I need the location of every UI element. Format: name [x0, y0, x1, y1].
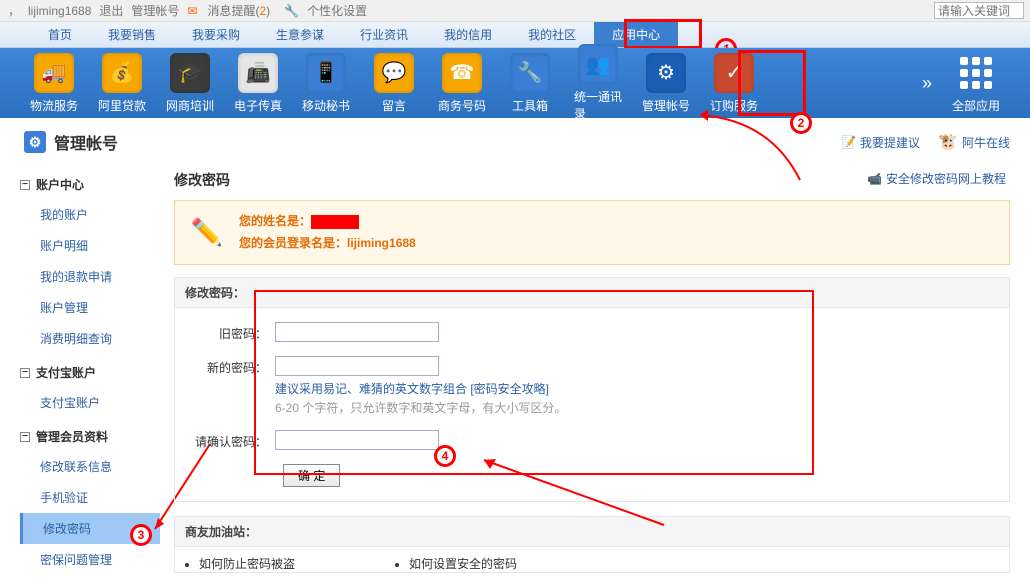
wrench-icon: 🔧 — [284, 4, 299, 18]
top-username: lijiming1688 — [28, 4, 91, 18]
app-label: 订购服务 — [710, 97, 758, 114]
name-label: 您的姓名是： — [239, 214, 311, 228]
app-label: 电子传真 — [234, 97, 282, 114]
camera-icon: 📹 — [867, 172, 882, 186]
login-label: 您的会员登录名是： — [239, 236, 347, 250]
app-icon: 💰 — [102, 53, 142, 93]
top-manage-account[interactable]: 管理帐号 — [131, 2, 179, 19]
password-tip2: 6-20 个字符，只允许数字和英文字母，有大小写区分。 — [275, 399, 989, 416]
annotation-circle-4: 4 — [434, 445, 456, 467]
app-icon: 🚚 — [34, 53, 74, 93]
app-icon: 🔧 — [510, 53, 550, 93]
side-item-我的账户[interactable]: 我的账户 — [20, 199, 160, 230]
nav-item-5[interactable]: 我的信用 — [426, 22, 510, 47]
annotation-circle-2: 2 — [790, 112, 812, 134]
app-商务号码[interactable]: ☎ 商务号码 — [438, 53, 486, 114]
submit-button[interactable]: 确 定 — [283, 464, 340, 487]
side-group-管理会员资料[interactable]: −管理会员资料 — [20, 422, 160, 451]
minus-icon: − — [20, 368, 30, 378]
tip-item-0[interactable]: 如何防止密码被盗 — [199, 555, 295, 572]
app-label: 工具箱 — [512, 97, 548, 114]
nav-item-3[interactable]: 生意参谋 — [258, 22, 342, 47]
envelope-icon: ✉ — [187, 4, 197, 18]
old-password-input[interactable] — [275, 322, 439, 342]
panel-tips-head: 商友加油站： — [175, 517, 1009, 547]
label-old-password: 旧密码： — [195, 322, 275, 342]
app-icon: ☎ — [442, 53, 482, 93]
panel-change-password-head: 修改密码： — [175, 278, 1009, 308]
side-item-我的退款申请[interactable]: 我的退款申请 — [20, 261, 160, 292]
minus-icon: − — [20, 432, 30, 442]
new-password-input[interactable] — [275, 356, 439, 376]
login-name: lijiming1688 — [347, 236, 416, 250]
label-new-password: 新的密码： — [195, 356, 275, 376]
app-icon: 🎓 — [170, 53, 210, 93]
app-icon: ✓ — [714, 53, 754, 93]
minus-icon: − — [20, 180, 30, 190]
app-管理帐号[interactable]: ⚙ 管理帐号 — [642, 53, 690, 114]
msg-link[interactable]: 消息提醒(2) — [207, 2, 270, 19]
app-label: 管理帐号 — [642, 97, 690, 114]
app-网商培训[interactable]: 🎓 网商培训 — [166, 53, 214, 114]
search-input[interactable] — [934, 2, 1024, 19]
app-icon: ⚙ — [646, 53, 686, 93]
side-item-账户管理[interactable]: 账户管理 — [20, 292, 160, 323]
grid-icon — [956, 53, 996, 93]
password-tip: 建议采用易记、难猜的英文数字组合 [密码安全攻略] — [275, 380, 989, 397]
side-group-账户中心[interactable]: −账户中心 — [20, 170, 160, 199]
nav-item-4[interactable]: 行业资讯 — [342, 22, 426, 47]
app-label: 商务号码 — [438, 97, 486, 114]
confirm-password-input[interactable] — [275, 430, 439, 450]
suggest-link[interactable]: 📝我要提建议 — [841, 134, 920, 151]
nav-item-2[interactable]: 我要采购 — [174, 22, 258, 47]
cow-icon: 🐮 — [938, 132, 958, 152]
nav-item-1[interactable]: 我要销售 — [90, 22, 174, 47]
app-label: 统一通讯录 — [574, 88, 622, 122]
side-item-密保问题管理[interactable]: 密保问题管理 — [20, 544, 160, 575]
all-apps[interactable]: 全部应用 — [952, 53, 1000, 114]
side-item-支付宝账户[interactable]: 支付宝账户 — [20, 387, 160, 418]
app-统一通讯录[interactable]: 👥 统一通讯录 — [574, 44, 622, 122]
app-物流服务[interactable]: 🚚 物流服务 — [30, 53, 78, 114]
app-订购服务[interactable]: ✓ 订购服务 — [710, 53, 758, 114]
help-link[interactable]: 📹安全修改密码网上教程 — [867, 170, 1006, 187]
aniu-link[interactable]: 🐮阿牛在线 — [938, 132, 1010, 152]
label-confirm-password: 请确认密码： — [195, 430, 275, 450]
app-icon: 💬 — [374, 53, 414, 93]
chevron-right-icon[interactable]: » — [922, 73, 932, 94]
app-icon: 📱 — [306, 53, 346, 93]
app-工具箱[interactable]: 🔧 工具箱 — [506, 53, 554, 114]
side-item-消费明细查询[interactable]: 消费明细查询 — [20, 323, 160, 354]
redacted-name — [311, 215, 359, 229]
app-阿里贷款[interactable]: 💰 阿里贷款 — [98, 53, 146, 114]
app-icon: 📠 — [238, 53, 278, 93]
app-label: 移动秘书 — [302, 97, 350, 114]
personalize-link[interactable]: 个性化设置 — [307, 2, 367, 19]
all-apps-label: 全部应用 — [952, 97, 1000, 114]
tip-item-1[interactable]: 如何设置安全的密码 — [409, 555, 517, 572]
pencil-icon: ✏️ — [189, 215, 225, 251]
app-label: 网商培训 — [166, 97, 214, 114]
app-留言[interactable]: 💬 留言 — [370, 53, 418, 114]
app-label: 留言 — [382, 97, 406, 114]
app-移动秘书[interactable]: 📱 移动秘书 — [302, 53, 350, 114]
side-item-账户明细[interactable]: 账户明细 — [20, 230, 160, 261]
page-title: 管理帐号 — [54, 130, 118, 154]
logout-link[interactable]: 退出 — [99, 2, 123, 19]
app-icon: 👥 — [578, 44, 618, 84]
app-label: 阿里贷款 — [98, 97, 146, 114]
side-item-手机验证[interactable]: 手机验证 — [20, 482, 160, 513]
app-电子传真[interactable]: 📠 电子传真 — [234, 53, 282, 114]
gear-icon: ⚙ — [24, 131, 46, 153]
app-label: 物流服务 — [30, 97, 78, 114]
side-item-修改联系信息[interactable]: 修改联系信息 — [20, 451, 160, 482]
side-group-支付宝账户[interactable]: −支付宝账户 — [20, 358, 160, 387]
nav-item-0[interactable]: 首页 — [30, 22, 90, 47]
annotation-circle-3: 3 — [130, 524, 152, 546]
